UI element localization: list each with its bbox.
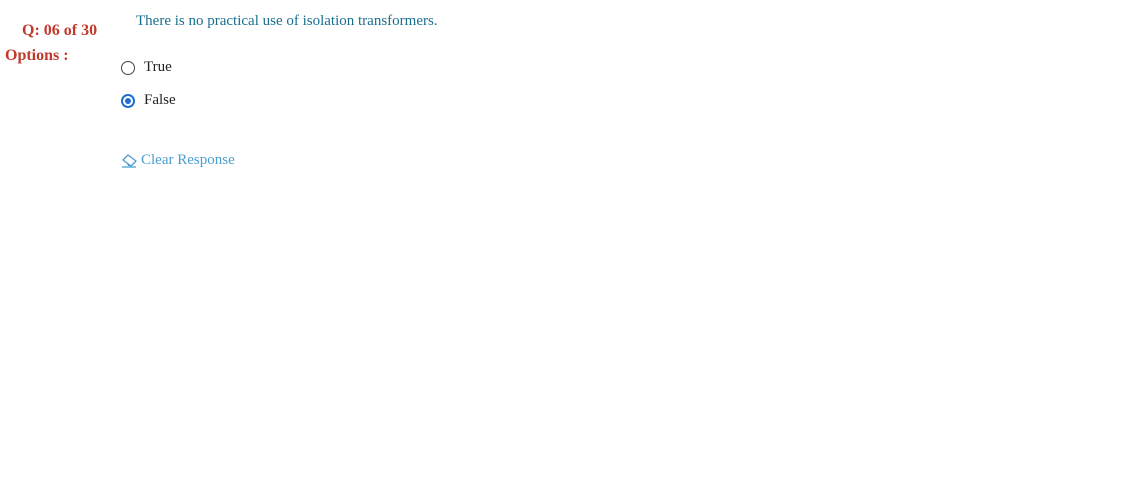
option-label-false: False: [144, 92, 176, 108]
clear-response-label: Clear Response: [141, 152, 235, 168]
clear-response-link[interactable]: Clear Response: [121, 152, 235, 169]
option-false[interactable]: False: [121, 92, 176, 109]
option-true[interactable]: True: [121, 59, 172, 76]
question-number: Q: 06 of 30: [22, 22, 98, 39]
radio-button-true[interactable]: [121, 60, 135, 75]
radio-button-false[interactable]: [121, 93, 135, 108]
option-label-true: True: [144, 59, 172, 75]
eraser-icon: [121, 153, 138, 168]
options-heading: Options :: [5, 47, 69, 64]
question-text: There is no practical use of isolation t…: [136, 13, 438, 29]
